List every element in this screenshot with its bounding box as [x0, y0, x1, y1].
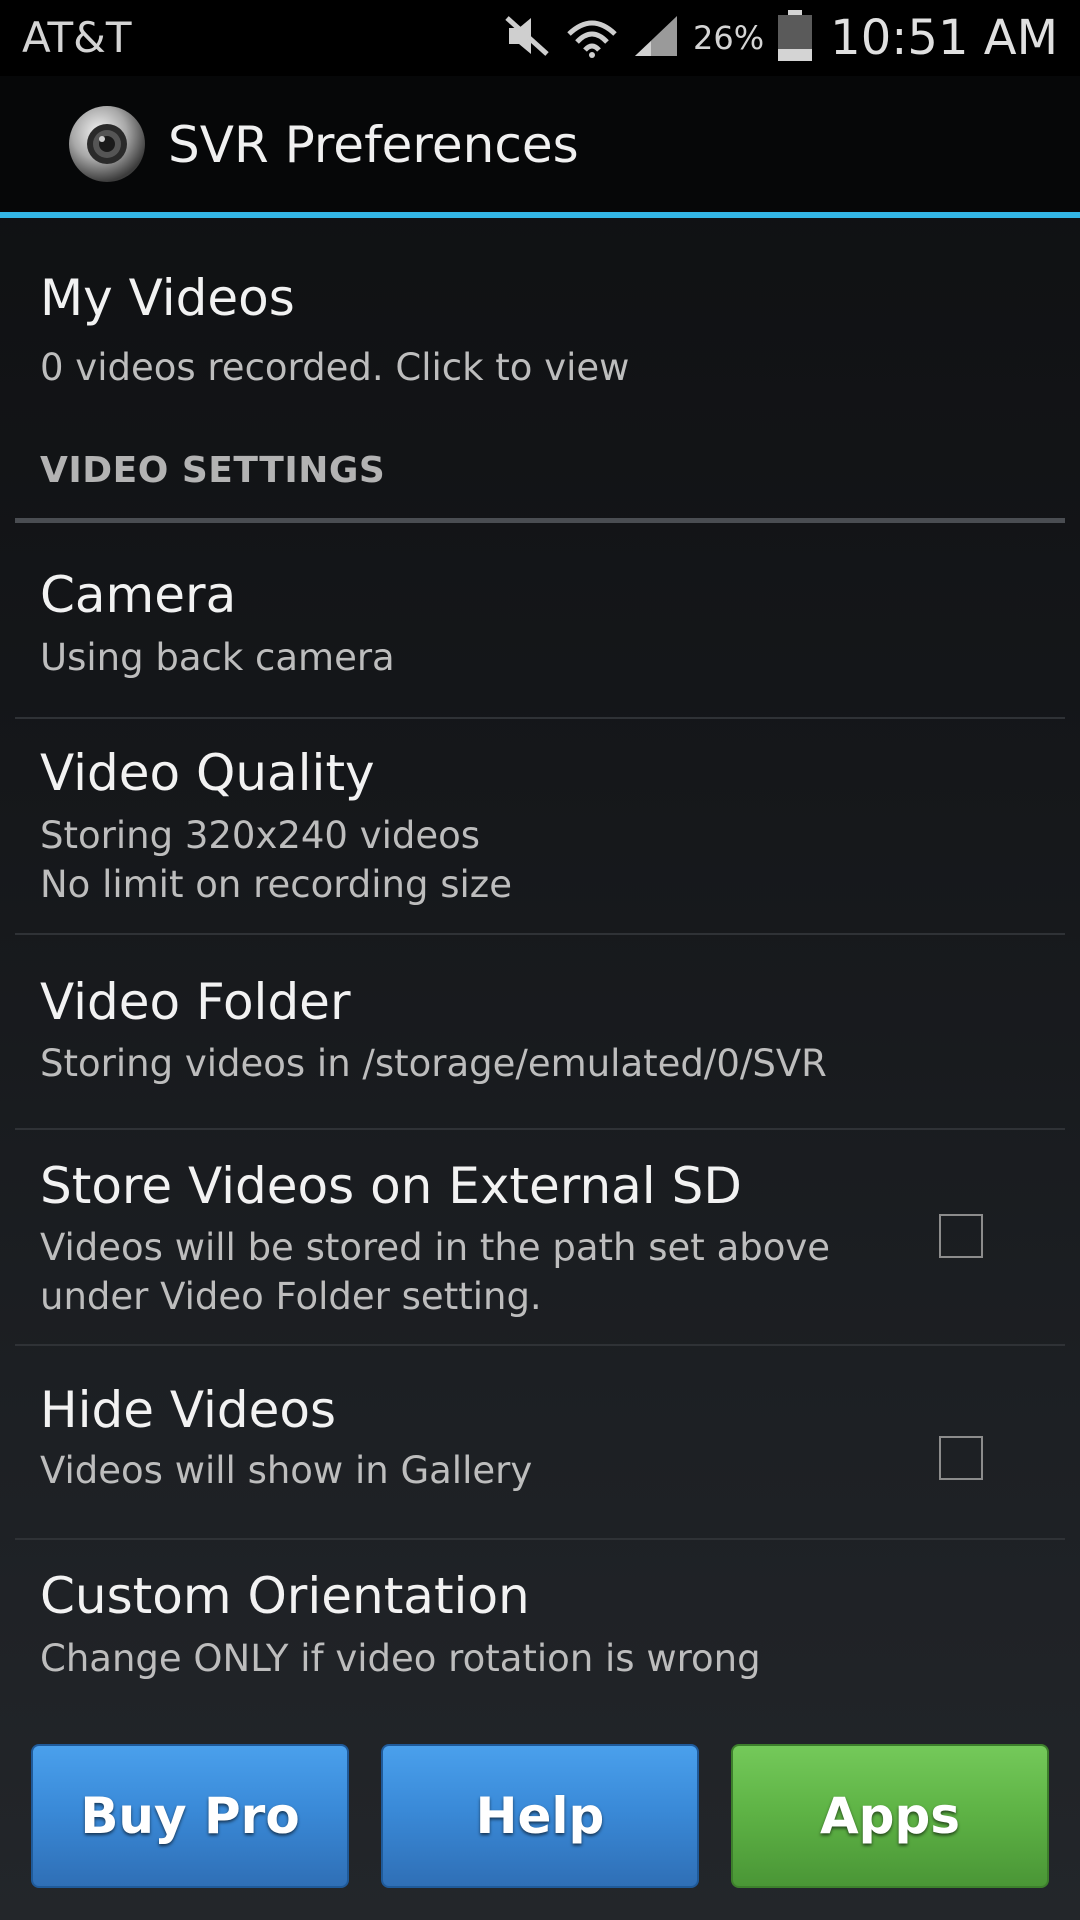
pref-summary: Using back camera [40, 636, 395, 679]
camera-lens-icon[interactable] [68, 105, 146, 183]
status-bar: AT&T 26% 10:51 AM [0, 0, 1080, 76]
pref-title: Camera [40, 566, 237, 624]
signal-icon [633, 14, 679, 62]
pref-title: Hide Videos [40, 1381, 337, 1439]
mute-icon [503, 14, 551, 62]
pref-video-folder[interactable]: Video Folder Storing videos in /storage/… [0, 935, 1080, 1125]
pref-summary: Storing videos in /storage/emulated/0/SV… [40, 1042, 827, 1085]
bottom-button-bar: Buy Pro Help Apps [0, 1744, 1080, 1892]
battery-percent: 26% [693, 19, 765, 57]
pref-title: Video Quality [40, 744, 375, 802]
help-button[interactable]: Help [381, 1744, 699, 1888]
pref-title: Store Videos on External SD [40, 1157, 742, 1215]
status-icons: 26% 10:51 AM [503, 8, 1058, 68]
pref-summary: Videos will be stored in the path set ab… [40, 1226, 831, 1318]
hide-videos-checkbox[interactable] [939, 1436, 983, 1480]
pref-summary: Storing 320x240 videos No limit on recor… [40, 814, 512, 906]
wifi-icon [565, 14, 619, 62]
buy-pro-button[interactable]: Buy Pro [31, 1744, 349, 1888]
pref-external-sd[interactable]: Store Videos on External SD Videos will … [0, 1130, 1080, 1342]
action-bar: SVR Preferences [0, 76, 1080, 212]
pref-my-videos[interactable]: My Videos 0 videos recorded. Click to vi… [0, 218, 1080, 440]
clock: 10:51 AM [830, 10, 1058, 66]
section-header-video-settings: VIDEO SETTINGS [40, 450, 386, 491]
pref-title: Video Folder [40, 973, 351, 1031]
pref-camera[interactable]: Camera Using back camera [0, 523, 1080, 700]
carrier-label: AT&T [22, 13, 132, 62]
pref-hide-videos[interactable]: Hide Videos Videos will show in Gallery [0, 1346, 1080, 1536]
pref-title: Custom Orientation [40, 1567, 530, 1625]
pref-title: My Videos [40, 269, 295, 327]
screen: AT&T 26% 10:51 AM SVR Preferences My Vid… [0, 0, 1080, 1920]
pref-summary: Change ONLY if video rotation is wrong [40, 1637, 761, 1680]
pref-video-quality[interactable]: Video Quality Storing 320x240 videos No … [0, 719, 1080, 933]
app-title: SVR Preferences [168, 116, 579, 174]
battery-icon [776, 10, 814, 66]
pref-summary: 0 videos recorded. Click to view [40, 346, 630, 389]
pref-summary: Videos will show in Gallery [40, 1449, 533, 1492]
pref-custom-orientation[interactable]: Custom Orientation Change ONLY if video … [0, 1540, 1080, 1740]
external-sd-checkbox[interactable] [939, 1214, 983, 1258]
apps-button[interactable]: Apps [731, 1744, 1049, 1888]
